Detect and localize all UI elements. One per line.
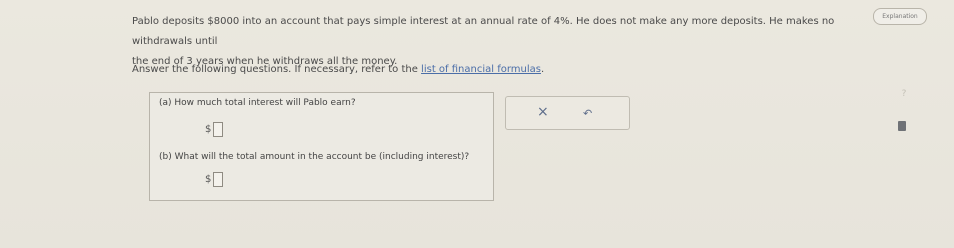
page: Explanation Pablo deposits $8000 into an… <box>0 0 954 248</box>
instruction-text: Answer the following questions. If neces… <box>132 64 422 75</box>
currency-symbol: $ <box>205 124 212 135</box>
answer-a: $ <box>205 122 224 137</box>
currency-symbol: $ <box>205 174 212 185</box>
problem-statement: Pablo deposits $8000 into an account tha… <box>132 12 892 72</box>
help-icon[interactable]: ? <box>898 88 910 100</box>
calculator-icon[interactable] <box>898 121 906 131</box>
answer-b-input[interactable] <box>213 172 224 187</box>
answer-b: $ <box>205 172 224 187</box>
problem-line-1: Pablo deposits $8000 into an account tha… <box>132 16 835 47</box>
instruction: Answer the following questions. If neces… <box>132 64 544 75</box>
answer-a-input[interactable] <box>213 122 224 137</box>
instruction-end: . <box>540 64 545 75</box>
undo-icon[interactable]: ↶ <box>583 107 592 121</box>
question-a: (a) How much total interest will Pablo e… <box>159 98 356 108</box>
question-panel: (a) How much total interest will Pablo e… <box>149 92 494 201</box>
clear-icon[interactable]: × <box>537 105 549 119</box>
question-b: (b) What will the total amount in the ac… <box>159 152 470 162</box>
formulas-link[interactable]: list of financial formulas <box>421 64 541 75</box>
answer-toolbox: × ↶ <box>505 96 630 130</box>
